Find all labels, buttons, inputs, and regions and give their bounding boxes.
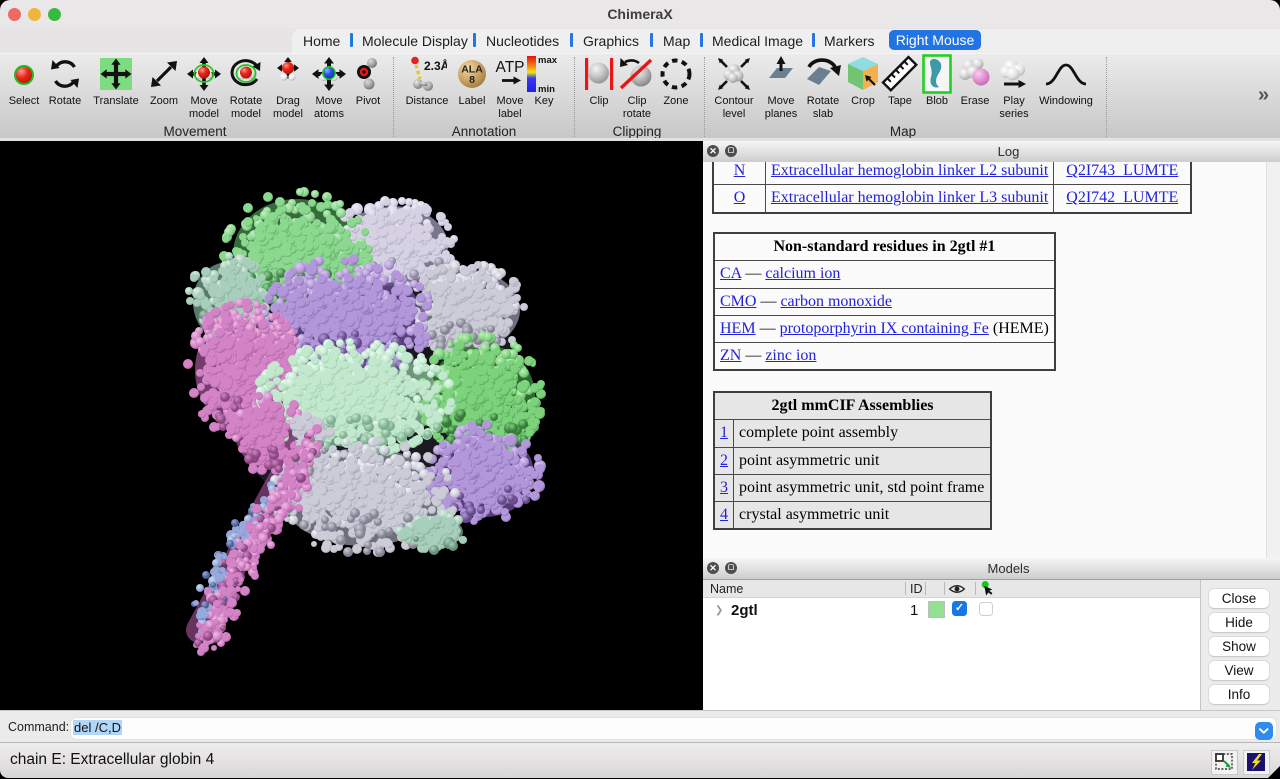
svg-text:min: min xyxy=(538,84,555,94)
svg-text:max: max xyxy=(538,55,558,66)
